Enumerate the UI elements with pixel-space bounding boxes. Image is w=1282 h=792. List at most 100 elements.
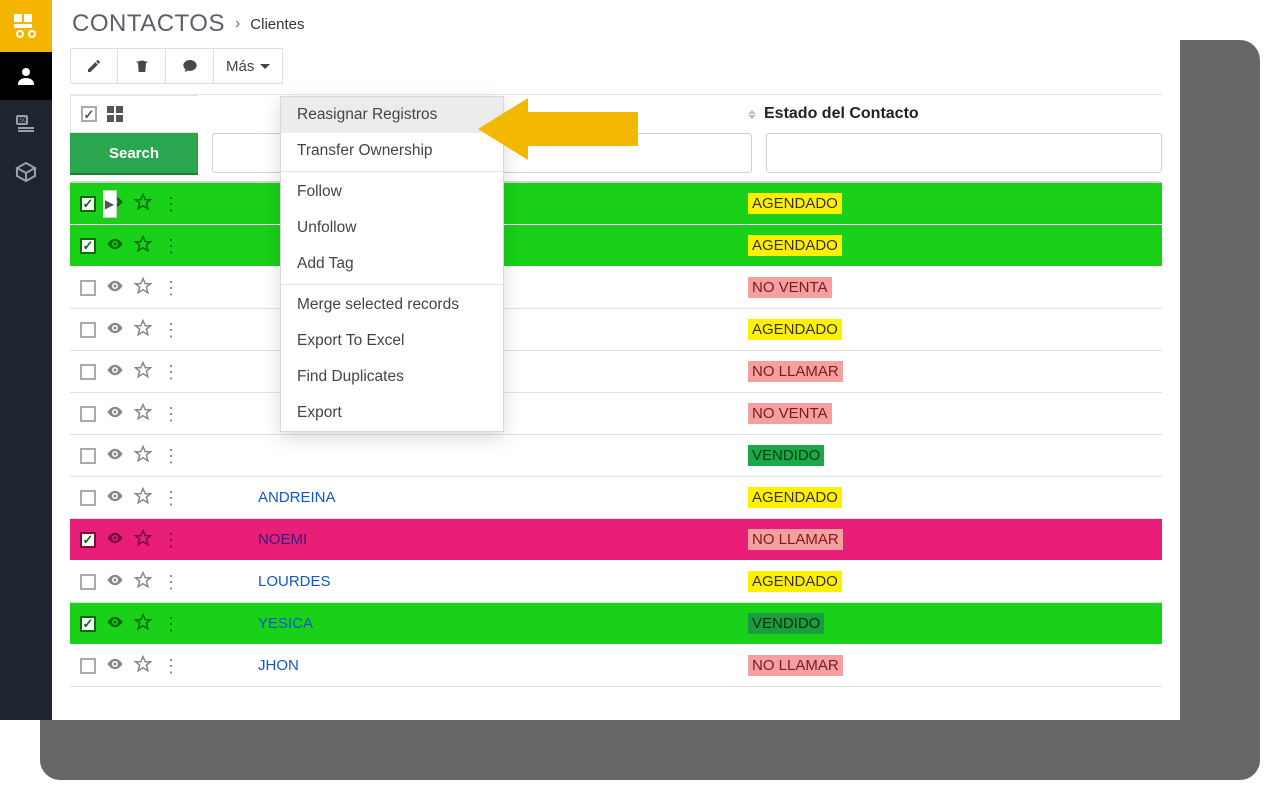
star-icon[interactable] xyxy=(134,361,152,382)
row-name[interactable]: NOEMI xyxy=(198,531,738,548)
row-checkbox[interactable] xyxy=(80,238,96,254)
row-checkbox[interactable] xyxy=(80,490,96,506)
row-controls: ⋮ xyxy=(70,529,198,550)
menu-item[interactable]: Follow xyxy=(281,174,503,210)
menu-item[interactable]: Export To Excel xyxy=(281,323,503,359)
star-icon[interactable] xyxy=(134,277,152,298)
row-name[interactable]: LOURDES xyxy=(198,573,738,590)
nav-box[interactable] xyxy=(0,148,52,196)
row-checkbox[interactable] xyxy=(80,196,96,212)
eye-icon[interactable] xyxy=(106,571,124,592)
table-row[interactable]: ⋮ LOURDESAGENDADO xyxy=(70,561,1162,603)
star-icon[interactable] xyxy=(134,403,152,424)
eye-icon[interactable] xyxy=(106,487,124,508)
row-controls: ⋮ xyxy=(70,445,198,466)
table-row[interactable]: ⋮NOEMINO LLAMAR xyxy=(70,519,1162,561)
table-row[interactable]: ⋮AGENDADO xyxy=(70,309,1162,351)
select-all-checkbox[interactable] xyxy=(81,106,97,122)
table-row[interactable]: ⋮ NO LLAMAR xyxy=(70,351,1162,393)
row-menu-icon[interactable]: ⋮ xyxy=(162,321,180,339)
table-row[interactable]: ⋮AGENDADO xyxy=(70,183,1162,225)
breadcrumb-view[interactable]: Clientes xyxy=(250,16,304,33)
edit-button[interactable] xyxy=(70,48,118,84)
delete-button[interactable] xyxy=(118,48,166,84)
row-checkbox[interactable] xyxy=(80,574,96,590)
row-controls: ⋮ xyxy=(70,655,198,676)
menu-item[interactable]: Export xyxy=(281,395,503,431)
row-checkbox[interactable] xyxy=(80,322,96,338)
rows-container: ⋮AGENDADO⋮AGENDADO⋮NO VENTA⋮AGENDADO⋮NO … xyxy=(70,183,1162,687)
star-icon[interactable] xyxy=(134,529,152,550)
table-row[interactable]: ⋮JHONNO LLAMAR xyxy=(70,645,1162,687)
row-menu-icon[interactable]: ⋮ xyxy=(162,279,180,297)
row-menu-icon[interactable]: ⋮ xyxy=(162,657,180,675)
table-row[interactable]: ⋮NO VENTA xyxy=(70,267,1162,309)
status-badge: NO LLAMAR xyxy=(748,361,843,382)
eye-icon[interactable] xyxy=(106,529,124,550)
menu-item[interactable]: Find Duplicates xyxy=(281,359,503,395)
star-icon[interactable] xyxy=(134,655,152,676)
nav-contacts[interactable] xyxy=(0,52,52,100)
row-checkbox[interactable] xyxy=(80,658,96,674)
row-checkbox[interactable] xyxy=(80,616,96,632)
eye-icon[interactable] xyxy=(106,277,124,298)
eye-icon[interactable] xyxy=(106,403,124,424)
row-checkbox[interactable] xyxy=(80,448,96,464)
row-checkbox[interactable] xyxy=(80,280,96,296)
star-icon[interactable] xyxy=(134,571,152,592)
table-row[interactable]: ⋮YESICAVENDIDO xyxy=(70,603,1162,645)
breadcrumb-module[interactable]: CONTACTOS xyxy=(72,10,225,38)
filter-input-status[interactable] xyxy=(766,133,1162,173)
star-icon[interactable] xyxy=(134,613,152,634)
row-checkbox[interactable] xyxy=(80,364,96,380)
row-status: AGENDADO xyxy=(738,571,1162,592)
table-row[interactable]: ⋮VENDIDO xyxy=(70,435,1162,477)
row-menu-icon[interactable]: ⋮ xyxy=(162,489,180,507)
eye-icon[interactable] xyxy=(106,445,124,466)
nav-so[interactable]: SO xyxy=(0,100,52,148)
table-row[interactable]: ⋮NO VENTA xyxy=(70,393,1162,435)
star-icon[interactable] xyxy=(134,487,152,508)
row-menu-icon[interactable]: ⋮ xyxy=(162,237,180,255)
eye-icon[interactable] xyxy=(106,655,124,676)
row-checkbox[interactable] xyxy=(80,532,96,548)
table-row[interactable]: ⋮ANDREINAAGENDADO xyxy=(70,477,1162,519)
menu-item[interactable]: Merge selected records xyxy=(281,287,503,323)
eye-icon[interactable] xyxy=(106,361,124,382)
row-name[interactable]: JHON xyxy=(198,657,738,674)
row-checkbox[interactable] xyxy=(80,406,96,422)
sidebar: SO xyxy=(0,0,52,720)
row-menu-icon[interactable]: ⋮ xyxy=(162,195,180,213)
menu-item[interactable]: Transfer Ownership xyxy=(281,133,503,169)
row-controls: ⋮ xyxy=(70,193,198,214)
sidebar-expand-toggle[interactable]: ▶ xyxy=(103,190,117,218)
comment-button[interactable] xyxy=(166,48,214,84)
row-controls: ⋮ xyxy=(70,319,198,340)
menu-item[interactable]: Unfollow xyxy=(281,210,503,246)
search-button[interactable]: Search xyxy=(70,133,198,173)
row-name[interactable]: ANDREINA xyxy=(198,489,738,506)
row-menu-icon[interactable]: ⋮ xyxy=(162,615,180,633)
row-menu-icon[interactable]: ⋮ xyxy=(162,447,180,465)
row-menu-icon[interactable]: ⋮ xyxy=(162,573,180,591)
eye-icon[interactable] xyxy=(106,613,124,634)
grid-view-icon[interactable] xyxy=(107,106,123,122)
table-row[interactable]: ⋮AGENDADO xyxy=(70,225,1162,267)
app-logo[interactable] xyxy=(0,0,52,52)
star-icon[interactable] xyxy=(134,445,152,466)
eye-icon[interactable] xyxy=(106,319,124,340)
row-menu-icon[interactable]: ⋮ xyxy=(162,531,180,549)
eye-icon[interactable] xyxy=(106,235,124,256)
star-icon[interactable] xyxy=(134,193,152,214)
more-menu-button[interactable]: Más xyxy=(214,48,283,84)
filter-row: Search xyxy=(70,133,1162,183)
row-name[interactable]: YESICA xyxy=(198,615,738,632)
star-icon[interactable] xyxy=(134,235,152,256)
app-window: SO CONTACTOS › Clientes Más xyxy=(0,0,1180,720)
menu-item[interactable]: Reasignar Registros xyxy=(281,97,503,133)
star-icon[interactable] xyxy=(134,319,152,340)
menu-item[interactable]: Add Tag xyxy=(281,246,503,282)
row-menu-icon[interactable]: ⋮ xyxy=(162,405,180,423)
column-header-status[interactable]: Estado del Contacto xyxy=(738,95,1162,133)
row-menu-icon[interactable]: ⋮ xyxy=(162,363,180,381)
